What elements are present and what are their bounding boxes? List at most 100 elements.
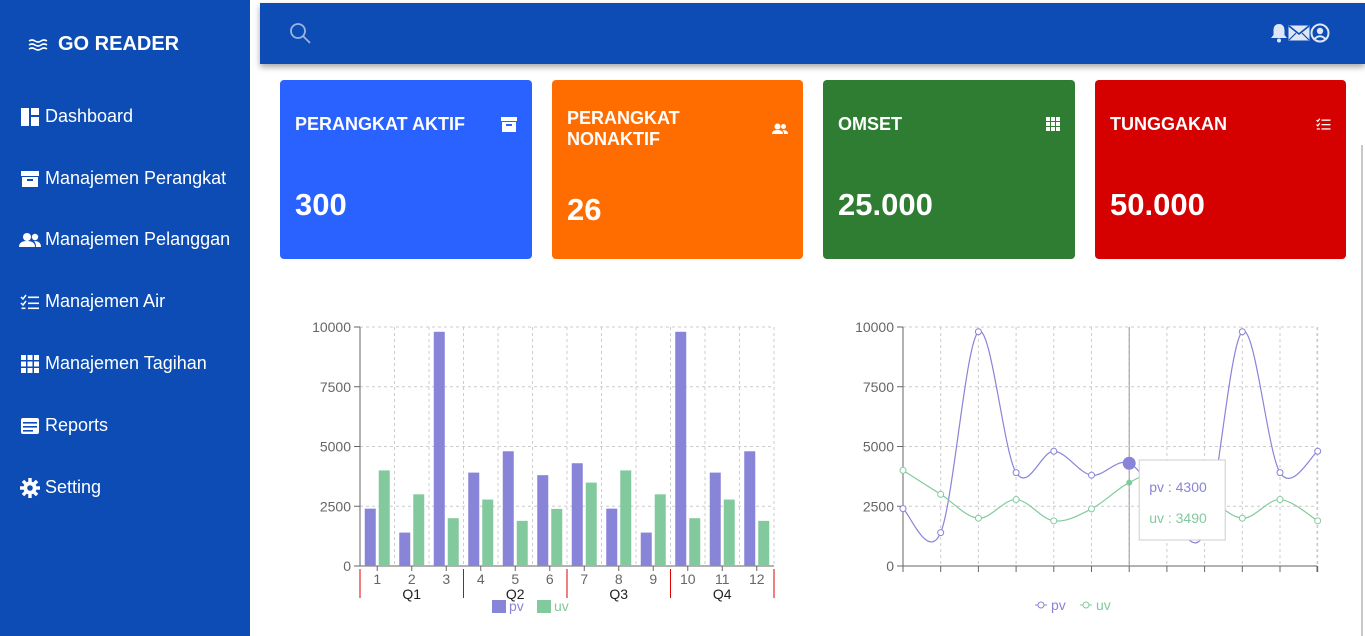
- bar-uv: [516, 520, 528, 566]
- sidebar-item-label: Dashboard: [45, 106, 134, 126]
- legend-label: uv: [1096, 597, 1111, 613]
- sidebar-item-label: Reports: [45, 415, 109, 435]
- brand-name: GO READER: [58, 33, 180, 55]
- point-pv: [974, 328, 982, 336]
- point-uv: [1276, 496, 1284, 504]
- sidebar: GO READER Dashboard Manajemen Perangkat …: [0, 0, 250, 636]
- point-uv: [1050, 517, 1058, 525]
- sidebar-item-label: Manajemen Air: [45, 291, 166, 311]
- sidebar-item-label: Manajemen Pelanggan: [45, 229, 231, 249]
- bar-uv: [654, 494, 666, 566]
- bar-uv: [758, 520, 770, 566]
- bar-uv: [723, 499, 735, 566]
- bar-pv: [709, 472, 721, 566]
- point-uv: [974, 514, 982, 522]
- list-check-icon: [1316, 117, 1331, 135]
- bar-uv: [413, 494, 425, 566]
- list-check-icon: [19, 294, 41, 310]
- card-perangkat-aktif[interactable]: PERANGKAT AKTIF 300: [280, 80, 532, 259]
- card-title: PERANGKAT NONAKTIF: [567, 108, 680, 150]
- x-tick-label: 3: [442, 571, 450, 587]
- tooltip-uv: uv : 3490: [1149, 510, 1207, 526]
- bar-pv: [571, 463, 583, 566]
- legend-swatch: [537, 600, 551, 613]
- tooltip-pv: pv : 4300: [1149, 479, 1207, 495]
- point-uv: [1314, 517, 1322, 525]
- point-uv: [899, 466, 907, 474]
- brand[interactable]: GO READER: [28, 33, 179, 56]
- mail-icon[interactable]: [1288, 25, 1310, 46]
- reports-icon: [19, 417, 41, 435]
- point-pv: [1088, 471, 1095, 479]
- bell-icon[interactable]: [1270, 23, 1288, 48]
- sidebar-item-setting[interactable]: Setting: [19, 477, 101, 498]
- waves-icon: [28, 38, 48, 51]
- bar-pv: [364, 508, 376, 566]
- bar-uv: [378, 470, 390, 566]
- x-tick-label: 7: [580, 571, 588, 587]
- bar-uv: [585, 482, 597, 566]
- sidebar-item-dashboard[interactable]: Dashboard: [19, 106, 133, 127]
- bar-pv: [675, 331, 687, 566]
- sidebar-item-manajemen-perangkat[interactable]: Manajemen Perangkat: [19, 168, 226, 189]
- top-bar: [260, 3, 1365, 64]
- bar-pv: [433, 331, 445, 566]
- point-pv: [937, 529, 945, 537]
- card-title-line2: NONAKTIF: [567, 129, 660, 149]
- x-tick-label: 8: [615, 571, 623, 587]
- y-tick-label: 2500: [320, 498, 351, 514]
- card-title: OMSET: [838, 114, 903, 134]
- archive-icon: [19, 170, 41, 188]
- x-tick-label: 1: [373, 571, 381, 587]
- card-omset[interactable]: OMSET 25.000: [823, 80, 1075, 259]
- x-tick-label: 12: [749, 571, 765, 587]
- bar-uv: [620, 470, 632, 566]
- sidebar-item-reports[interactable]: Reports: [19, 415, 108, 436]
- point-pv: [1276, 469, 1284, 477]
- sidebar-item-manajemen-pelanggan[interactable]: Manajemen Pelanggan: [19, 229, 230, 250]
- users-icon: [772, 122, 788, 140]
- x-tick-label: 2: [408, 571, 416, 587]
- sidebar-item-manajemen-air[interactable]: Manajemen Air: [19, 291, 165, 312]
- x-tick-label: 6: [546, 571, 554, 587]
- bar-pv: [537, 475, 549, 566]
- card-perangkat-nonaktif[interactable]: PERANGKAT NONAKTIF 26: [552, 80, 803, 259]
- legend-label: pv: [509, 598, 524, 614]
- point-pv: [899, 505, 907, 513]
- x-tick-label: 10: [680, 571, 696, 587]
- y-tick-label: 0: [343, 558, 351, 574]
- bar-uv: [689, 518, 701, 566]
- dashboard-icon: [19, 107, 41, 127]
- legend-swatch: [492, 600, 506, 613]
- group-label: Q4: [713, 586, 732, 602]
- y-tick-label: 0: [886, 558, 894, 574]
- point-pv: [1050, 447, 1058, 455]
- search-icon[interactable]: [289, 22, 311, 49]
- group-label: Q1: [402, 586, 421, 602]
- users-icon: [19, 232, 41, 248]
- scrollbar[interactable]: [1361, 145, 1363, 636]
- bar-chart: 0250050007500100001 2 3 4 5 6 7 8 9 10 11 12Q1 Q2 Q3 Q…: [312, 319, 775, 614]
- x-tick-label: 9: [649, 571, 657, 587]
- sidebar-item-label: Setting: [45, 477, 102, 497]
- bar-uv: [551, 508, 563, 566]
- sidebar-item-label: Manajemen Perangkat: [45, 168, 227, 188]
- sidebar-item-manajemen-tagihan[interactable]: Manajemen Tagihan: [19, 353, 207, 374]
- point-pv: [1238, 328, 1246, 336]
- legend-marker: [1037, 601, 1045, 609]
- card-tunggakan[interactable]: TUNGGAKAN 50.000: [1095, 80, 1346, 259]
- y-tick-label: 5000: [863, 439, 894, 455]
- card-value: 26: [567, 192, 602, 227]
- card-value: 50.000: [1110, 187, 1205, 222]
- point-uv: [1088, 505, 1095, 513]
- point-pv: [1012, 469, 1020, 477]
- line-chart: 0 2500 5000 7500 10000 pv : 4300 uv : 3490 pv uv: [855, 319, 1322, 613]
- card-value: 300: [295, 187, 347, 222]
- bar-pv: [468, 472, 480, 566]
- bar-pv: [640, 532, 652, 566]
- active-point-pv: [1122, 456, 1136, 470]
- y-tick-label: 2500: [863, 498, 894, 514]
- y-tick-label: 7500: [863, 379, 894, 395]
- user-circle-icon[interactable]: [1310, 23, 1330, 48]
- bar-uv: [482, 499, 494, 566]
